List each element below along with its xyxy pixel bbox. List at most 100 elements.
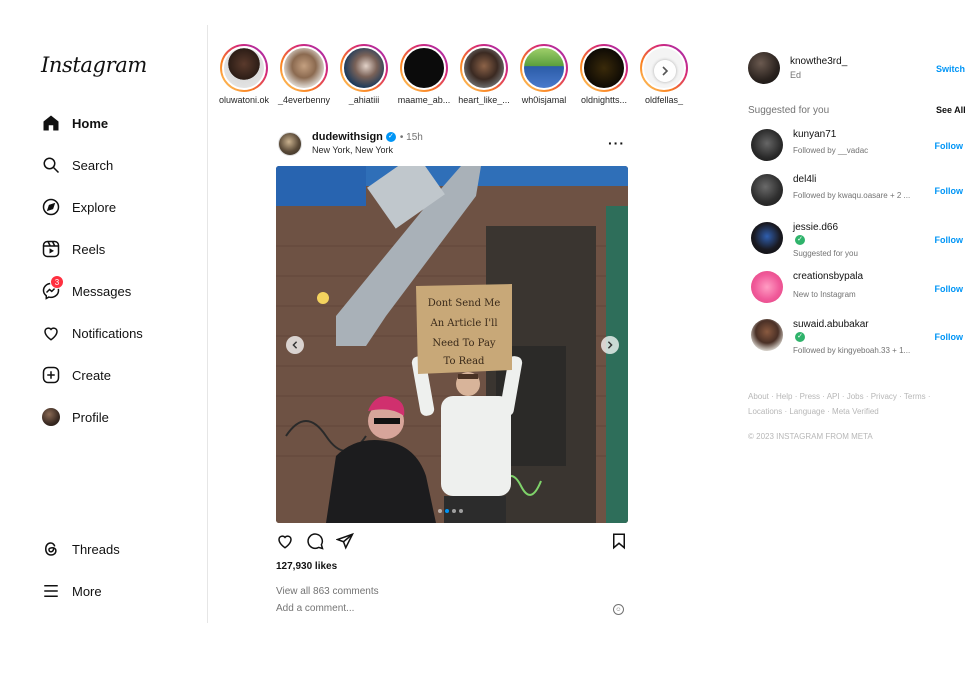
story-avatar [342,46,386,90]
sign-line-3: Need To Pay [432,338,496,349]
story-ring [340,44,388,92]
explore-icon [41,197,61,217]
suggestion-avatar[interactable] [751,271,783,303]
more-options-icon[interactable]: ··· [608,135,625,151]
carousel-indicator [438,509,463,513]
suggestion-username[interactable]: jessie.d66 [793,222,838,233]
sign-line-1: Dont Send Me [428,298,501,309]
story-item[interactable]: wh0isjamal [514,44,574,105]
stories-next-button[interactable] [654,60,676,82]
view-comments-link[interactable]: View all 863 comments [276,586,379,597]
send-icon [335,532,354,550]
chevron-right-icon [607,341,613,349]
story-ring [220,44,268,92]
story-name: heart_like_... [458,95,510,105]
post-location[interactable]: New York, New York [312,145,393,155]
nav-create[interactable]: Create [41,363,111,387]
suggestion-avatar[interactable] [751,222,783,254]
save-button[interactable] [610,532,628,555]
nav-create-label: Create [72,367,112,383]
follow-button[interactable]: Follow [935,141,964,151]
carousel-dot [452,509,456,513]
story-item[interactable]: oluwatoni.ok [214,44,274,105]
nav-notifications[interactable]: Notifications [41,321,143,345]
comment-input[interactable] [276,603,626,614]
emoji-icon[interactable]: ☺ [613,604,624,615]
post-time: • 15h [399,131,423,143]
suggestion-username[interactable]: del4li [793,174,816,185]
nav-home[interactable]: Home [41,111,108,135]
story-item[interactable]: oldnightts... [574,44,634,105]
suggestion-username[interactable]: creationsbypala [793,271,863,282]
story-avatar [582,46,626,90]
nav-explore[interactable]: Explore [41,195,116,219]
suggestion-subtitle: New to Instagram [793,290,856,299]
follow-button[interactable]: Follow [935,186,964,196]
heart-icon [41,323,61,343]
messages-icon: 3 [41,275,64,301]
carousel-next-button[interactable] [601,336,619,354]
stories-tray: oluwatoni.ok _4everbenny _ahiatiii maame… [214,44,694,108]
switch-account-button[interactable]: Switch [936,64,965,74]
carousel-dot [459,509,463,513]
likes-count[interactable]: 127,930 likes [276,561,337,572]
story-name: oldnightts... [580,95,628,105]
story-item[interactable]: _4everbenny [274,44,334,105]
story-name: maame_ab... [397,95,451,105]
verified-check-icon: ✓ [795,332,805,342]
nav-messages[interactable]: 3 Messages [41,275,131,303]
suggestion-username[interactable]: suwaid.abubakar [793,319,869,330]
suggestion-item: del4li Followed by kwaqu.oasare + 2 ... … [751,174,966,210]
suggestion-username[interactable]: kunyan71 [793,129,836,140]
nav-more[interactable]: More [41,579,102,603]
carousel-prev-button[interactable] [286,336,304,354]
story-item[interactable]: heart_like_... [454,44,514,105]
follow-button[interactable]: Follow [935,332,964,342]
post-username[interactable]: dudewithsign [312,131,383,143]
follow-button[interactable]: Follow [935,235,964,245]
story-item[interactable]: _ahiatiii [334,44,394,105]
suggestion-item: jessie.d66 ✓ Suggested for you Follow [751,222,966,258]
story-avatar [282,46,326,90]
nav-threads[interactable]: Threads [41,537,120,561]
bookmark-icon [613,533,625,550]
story-item[interactable]: maame_ab... [394,44,454,105]
verified-badge-icon: ✓ [385,132,396,142]
suggestion-avatar[interactable] [751,319,783,351]
account-avatar[interactable] [748,52,780,84]
nav-explore-label: Explore [72,199,117,215]
account-full-name: Ed [790,70,802,80]
suggestions-title: Suggested for you [748,105,830,116]
nav-search-label: Search [72,157,114,173]
instagram-logo[interactable]: Instagram [41,53,147,77]
suggestion-avatar[interactable] [751,174,783,206]
nav-notifications-label: Notifications [72,325,143,341]
story-ring [280,44,328,92]
like-button[interactable] [276,532,294,555]
footer-links-line-2[interactable]: Locations · Language · Meta Verified [748,404,948,419]
post-image[interactable]: Dont Send Me An Article I'll Need To Pay… [276,166,628,523]
nav-search[interactable]: Search [41,153,113,177]
story-name: _4everbenny [277,95,331,105]
nav-profile-label: Profile [72,409,109,425]
story-name: oldfellas_ [644,95,684,105]
follow-button[interactable]: Follow [935,284,964,294]
reels-icon [41,239,61,259]
chevron-right-icon [662,66,669,76]
story-ring [460,44,508,92]
heart-icon [278,535,292,549]
footer-links-line-1[interactable]: About · Help · Press · API · Jobs · Priv… [748,389,948,404]
suggestion-avatar[interactable] [751,129,783,161]
story-ring [520,44,568,92]
comment-button[interactable] [306,532,324,555]
nav-reels[interactable]: Reels [41,237,105,261]
sign-line-4: To Read [444,356,486,367]
account-username[interactable]: knowthe3rd_ [790,56,847,67]
post-author-avatar[interactable] [278,132,302,156]
see-all-button[interactable]: See All [936,105,966,115]
nav-profile[interactable]: Profile [41,405,109,429]
post-photo: Dont Send Me An Article I'll Need To Pay… [276,166,628,523]
nav-more-label: More [72,583,102,599]
share-button[interactable] [335,532,354,555]
suggestion-item: suwaid.abubakar ✓ Followed by kingyeboah… [751,319,966,355]
